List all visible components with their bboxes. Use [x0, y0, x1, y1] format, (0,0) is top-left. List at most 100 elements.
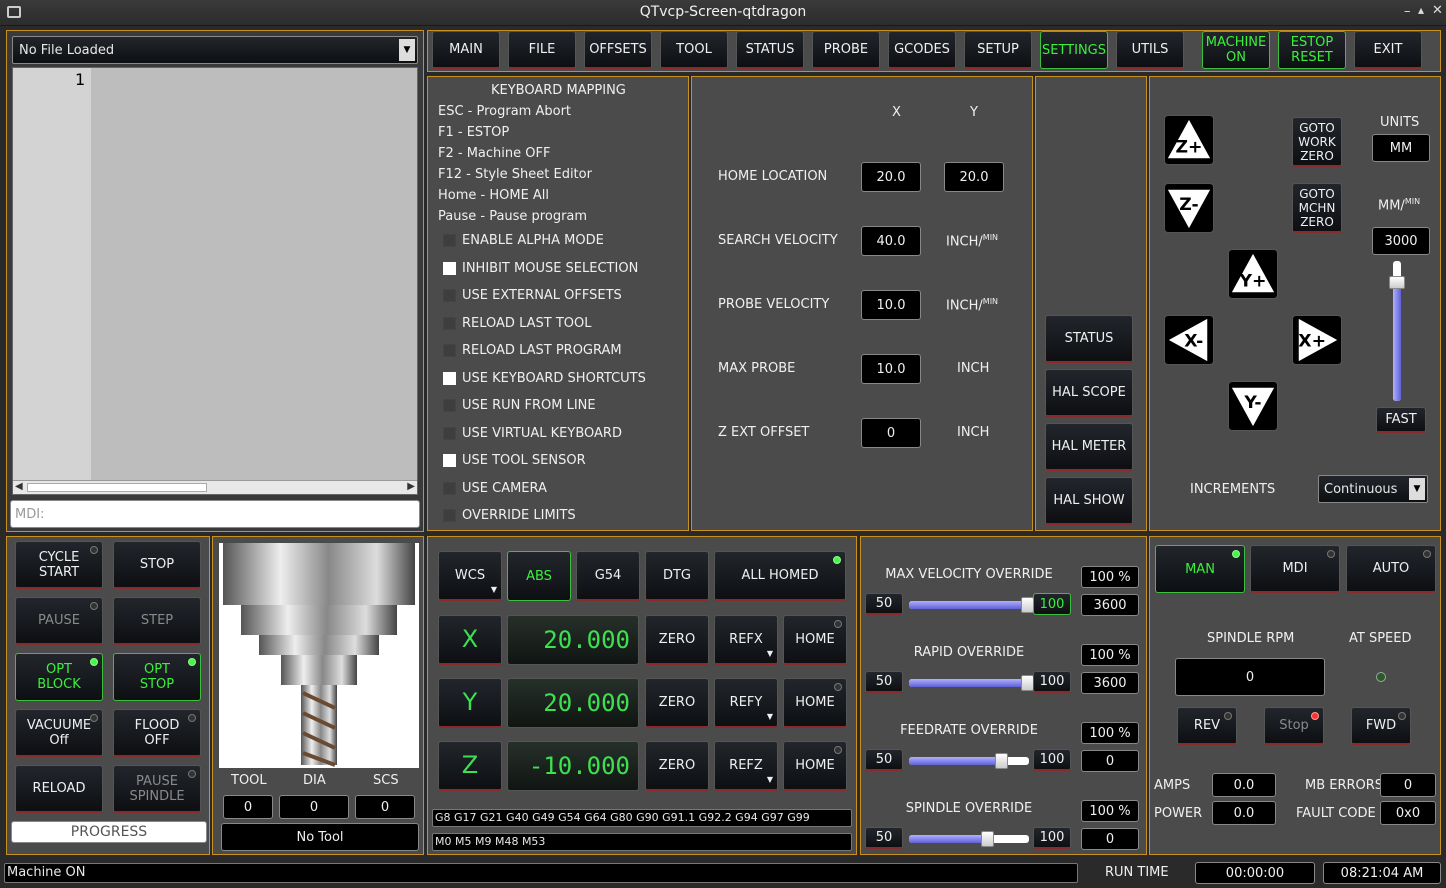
option-checkbox[interactable]	[443, 261, 456, 275]
option-checkbox[interactable]	[443, 509, 456, 522]
jog-x-minus-button[interactable]: X-	[1164, 315, 1214, 365]
jog-z-minus-button[interactable]: Z-	[1164, 183, 1214, 233]
spindle-rev-button[interactable]: REV	[1177, 707, 1237, 745]
option-checkbox[interactable]	[443, 316, 456, 330]
pause-button[interactable]: PAUSE	[15, 597, 103, 645]
cycle-start-button[interactable]: CYCLE START	[15, 541, 103, 589]
zero-x-button[interactable]: ZERO	[645, 615, 709, 665]
spindle-stop-button[interactable]: Stop	[1264, 707, 1324, 745]
flood-button[interactable]: FLOOD OFF	[113, 709, 201, 757]
override-slider[interactable]	[909, 597, 1034, 613]
override-min-button[interactable]: 50	[865, 749, 903, 771]
vacuum-button[interactable]: VACUUME Off	[15, 709, 103, 757]
stop-button[interactable]: STOP	[113, 541, 201, 589]
g54-button[interactable]: G54	[576, 551, 640, 601]
override-slider[interactable]	[909, 675, 1034, 691]
override-max-button[interactable]: 100	[1033, 593, 1071, 615]
tab-status[interactable]: STATUS	[736, 31, 804, 69]
option-checkbox[interactable]	[443, 399, 456, 412]
ref-z-button[interactable]: REFZ ▼	[714, 741, 778, 791]
maximize-icon[interactable]: ▴	[1418, 3, 1424, 17]
override-min-button[interactable]: 50	[865, 593, 903, 615]
home-y-button[interactable]: HOME	[783, 678, 847, 728]
mdi-input[interactable]: MDI:	[10, 500, 420, 528]
override-min-button[interactable]: 50	[865, 671, 903, 693]
jog-y-minus-button[interactable]: Y-	[1228, 381, 1278, 431]
file-selector[interactable]: No File Loaded ▼	[12, 36, 418, 64]
tab-file[interactable]: FILE	[508, 31, 576, 69]
option-checkbox[interactable]	[443, 454, 456, 467]
tab-probe[interactable]: PROBE	[812, 31, 880, 69]
opt-stop-button[interactable]: OPT STOP	[113, 653, 201, 701]
slider-handle[interactable]	[981, 831, 995, 847]
wcs-button[interactable]: WCS ▼	[438, 551, 502, 601]
jog-rate-field[interactable]: 3000	[1372, 227, 1430, 255]
override-max-button[interactable]: 100	[1033, 749, 1071, 771]
minimize-icon[interactable]: –	[1404, 4, 1411, 19]
home-location-x-field[interactable]: 20.0	[861, 162, 921, 192]
slider-handle[interactable]	[994, 753, 1008, 769]
units-value[interactable]: MM	[1372, 134, 1430, 162]
tab-main[interactable]: MAIN	[432, 31, 500, 69]
scroll-right-icon[interactable]: ▶	[407, 481, 415, 492]
increments-select[interactable]: Continuous ▼	[1318, 475, 1428, 503]
home-x-button[interactable]: HOME	[783, 615, 847, 665]
override-min-button[interactable]: 50	[865, 827, 903, 849]
search-velocity-field[interactable]: 40.0	[861, 226, 921, 256]
jog-x-plus-button[interactable]: X+	[1292, 315, 1342, 365]
jog-y-plus-button[interactable]: Y+	[1228, 249, 1278, 299]
gcode-editor[interactable]: 1 ◀ ▶	[12, 67, 418, 495]
dtg-button[interactable]: DTG	[645, 551, 709, 601]
tab-utils[interactable]: UTILS	[1116, 31, 1184, 69]
close-icon[interactable]: ✕	[1432, 3, 1443, 18]
goto-work-zero-button[interactable]: GOTO WORK ZERO	[1292, 117, 1342, 167]
horizontal-scrollbar[interactable]: ◀ ▶	[13, 480, 417, 494]
tab-tool[interactable]: TOOL	[660, 31, 728, 69]
axis-z-button[interactable]: Z	[438, 741, 502, 791]
z-ext-offset-field[interactable]: 0	[861, 418, 921, 448]
option-checkbox[interactable]	[443, 234, 456, 247]
probe-velocity-field[interactable]: 10.0	[861, 290, 921, 320]
opt-block-button[interactable]: OPT BLOCK	[15, 653, 103, 701]
home-location-y-field[interactable]: 20.0	[944, 162, 1004, 192]
home-z-button[interactable]: HOME	[783, 741, 847, 791]
zero-z-button[interactable]: ZERO	[645, 741, 709, 791]
estop-reset-button[interactable]: ESTOP RESET	[1278, 31, 1346, 69]
step-button[interactable]: STEP	[113, 597, 201, 645]
option-checkbox[interactable]	[443, 481, 456, 495]
ref-x-button[interactable]: REFX ▼	[714, 615, 778, 665]
abs-button[interactable]: ABS	[507, 551, 571, 601]
axis-y-button[interactable]: Y	[438, 678, 502, 728]
mode-manual-button[interactable]: MAN	[1155, 545, 1245, 593]
reload-button[interactable]: RELOAD	[15, 765, 103, 813]
tab-offsets[interactable]: OFFSETS	[584, 31, 652, 69]
override-slider[interactable]	[909, 753, 1029, 769]
jog-z-plus-button[interactable]: Z+	[1164, 115, 1214, 165]
override-max-button[interactable]: 100	[1033, 827, 1071, 849]
exit-button[interactable]: EXIT	[1354, 31, 1422, 69]
tab-settings[interactable]: SETTINGS	[1040, 31, 1108, 69]
mode-auto-button[interactable]: AUTO	[1346, 545, 1436, 593]
fast-button[interactable]: FAST	[1376, 407, 1426, 433]
scroll-left-icon[interactable]: ◀	[15, 481, 23, 492]
hal-show-button[interactable]: HAL SHOW	[1045, 477, 1133, 525]
status-button[interactable]: STATUS	[1045, 315, 1133, 363]
hal-scope-button[interactable]: HAL SCOPE	[1045, 369, 1133, 417]
option-checkbox[interactable]	[443, 344, 456, 357]
ref-y-button[interactable]: REFY ▼	[714, 678, 778, 728]
jog-rate-handle[interactable]	[1389, 276, 1405, 289]
jog-rate-slider[interactable]	[1389, 261, 1405, 401]
option-checkbox[interactable]	[443, 371, 456, 385]
increments-chevron-icon[interactable]: ▼	[1409, 478, 1425, 500]
pause-spindle-button[interactable]: PAUSE SPINDLE	[113, 765, 201, 813]
max-probe-field[interactable]: 10.0	[861, 354, 921, 384]
machine-on-button[interactable]: MACHINE ON	[1202, 31, 1270, 69]
goto-machine-zero-button[interactable]: GOTO MCHN ZERO	[1292, 183, 1342, 233]
axis-x-button[interactable]: X	[438, 615, 502, 665]
all-homed-button[interactable]: ALL HOMED	[714, 551, 846, 601]
zero-y-button[interactable]: ZERO	[645, 678, 709, 728]
scroll-thumb[interactable]	[27, 483, 207, 492]
hal-meter-button[interactable]: HAL METER	[1045, 423, 1133, 471]
chevron-down-icon[interactable]: ▼	[399, 39, 415, 61]
option-checkbox[interactable]	[443, 426, 456, 440]
